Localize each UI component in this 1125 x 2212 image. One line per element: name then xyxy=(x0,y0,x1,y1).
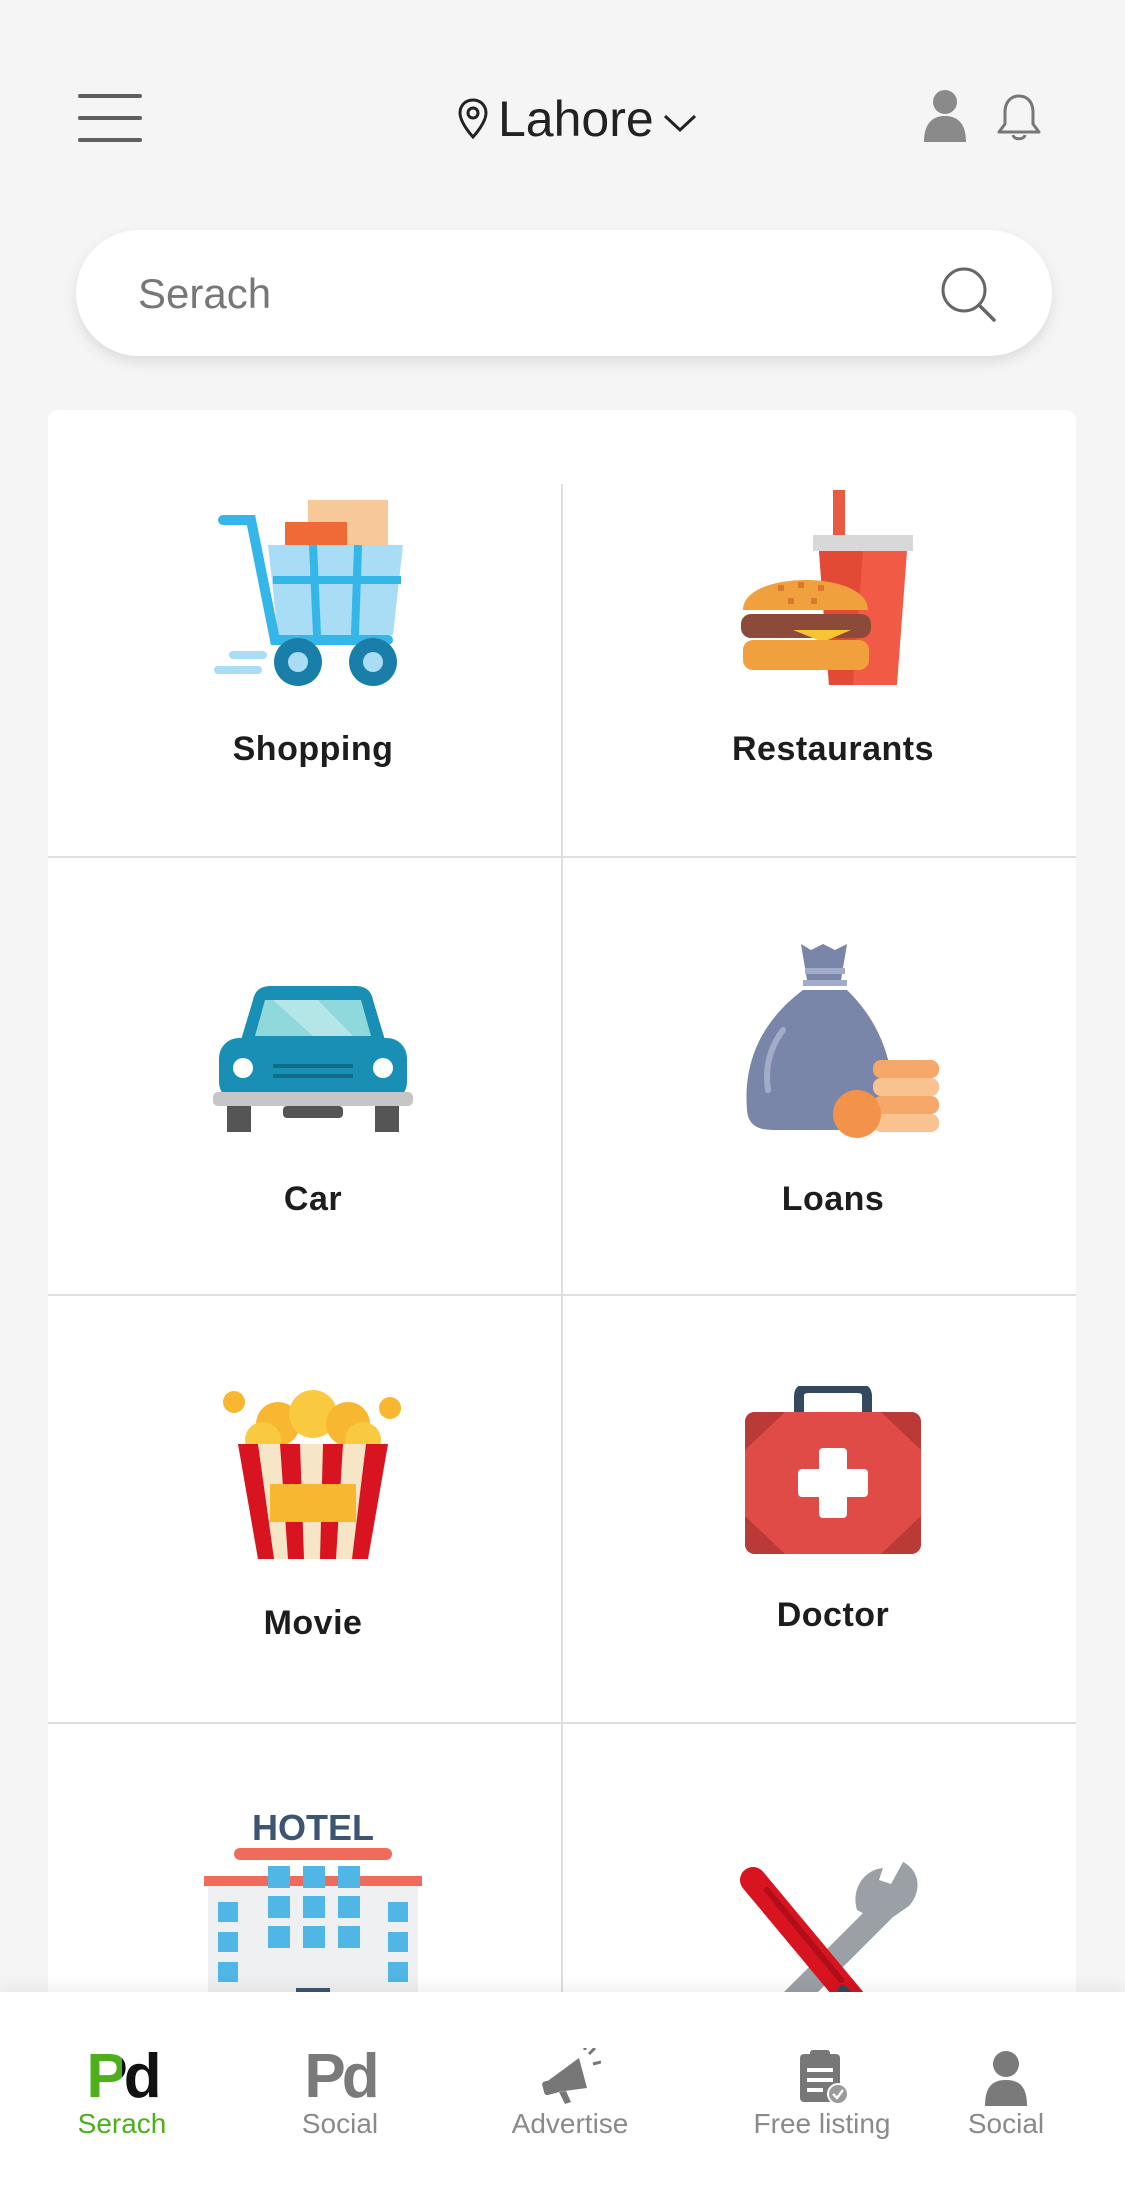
search-icon[interactable] xyxy=(938,264,998,324)
shopping-cart-icon xyxy=(214,500,403,686)
nav-item-social[interactable]: Pd Social xyxy=(290,2042,390,2140)
location-selector[interactable]: Lahore xyxy=(456,84,698,154)
nav-label: Advertise xyxy=(511,2108,629,2139)
nav-item-search[interactable]: Pd Serach xyxy=(72,2042,172,2140)
car-icon xyxy=(213,986,413,1132)
hotel-sign: HOTEL xyxy=(252,1810,374,1848)
grid-divider xyxy=(561,484,563,2100)
category-restaurants[interactable]: Restaurants xyxy=(588,490,1076,769)
nav-label: Social xyxy=(967,2108,1045,2139)
popcorn-icon xyxy=(223,1390,401,1559)
first-aid-kit-icon xyxy=(745,1386,921,1554)
category-label: Shopping xyxy=(232,730,394,768)
burger-drink-icon xyxy=(741,490,913,685)
category-shopping[interactable]: Shopping xyxy=(68,490,558,769)
category-label: Doctor xyxy=(776,1596,890,1634)
user-icon xyxy=(985,2051,1027,2106)
top-bar: Lahore xyxy=(0,0,1125,220)
nav-item-advertise[interactable]: Advertise xyxy=(510,2048,630,2140)
category-label: Movie xyxy=(263,1604,363,1642)
category-doctor[interactable]: Doctor xyxy=(588,1386,1076,1635)
category-car[interactable]: Car xyxy=(68,980,558,1219)
search-input[interactable] xyxy=(136,258,940,330)
category-grid: Shopping Restaurants Car Loans Movie Doc… xyxy=(48,410,1076,2210)
category-label: Restaurants xyxy=(731,730,934,768)
category-loans[interactable]: Loans xyxy=(588,940,1076,1219)
clipboard-check-icon xyxy=(800,2050,849,2105)
category-label: Loans xyxy=(781,1180,885,1218)
money-bag-icon xyxy=(746,944,939,1138)
bell-icon[interactable] xyxy=(994,92,1044,142)
megaphone-icon xyxy=(542,2048,601,2104)
pd-logo-icon: Pd xyxy=(86,2042,161,2111)
nav-item-free-listing[interactable]: Free listing xyxy=(752,2048,892,2140)
map-pin-icon xyxy=(458,98,488,140)
search-bar xyxy=(76,230,1052,356)
location-label: Lahore xyxy=(498,91,654,147)
bottom-navigation: Pd Serach Pd Social Advertise Free listi… xyxy=(0,1992,1125,2212)
category-movie[interactable]: Movie xyxy=(88,1384,538,1643)
category-label: Car xyxy=(283,1180,343,1218)
grid-divider xyxy=(48,1294,1076,1296)
grid-divider xyxy=(48,856,1076,858)
nav-item-profile[interactable]: Social xyxy=(956,2048,1056,2140)
grid-divider xyxy=(48,1722,1076,1724)
hamburger-menu-icon[interactable] xyxy=(78,94,142,142)
nav-label: Serach xyxy=(77,2108,167,2139)
chevron-down-icon xyxy=(663,114,696,133)
user-icon[interactable] xyxy=(922,88,968,142)
hotel-icon: HOTEL xyxy=(204,1810,422,2010)
pd-logo-icon: Pd xyxy=(304,2042,379,2111)
nav-label: Social xyxy=(301,2108,379,2139)
nav-label: Free listing xyxy=(753,2108,891,2139)
